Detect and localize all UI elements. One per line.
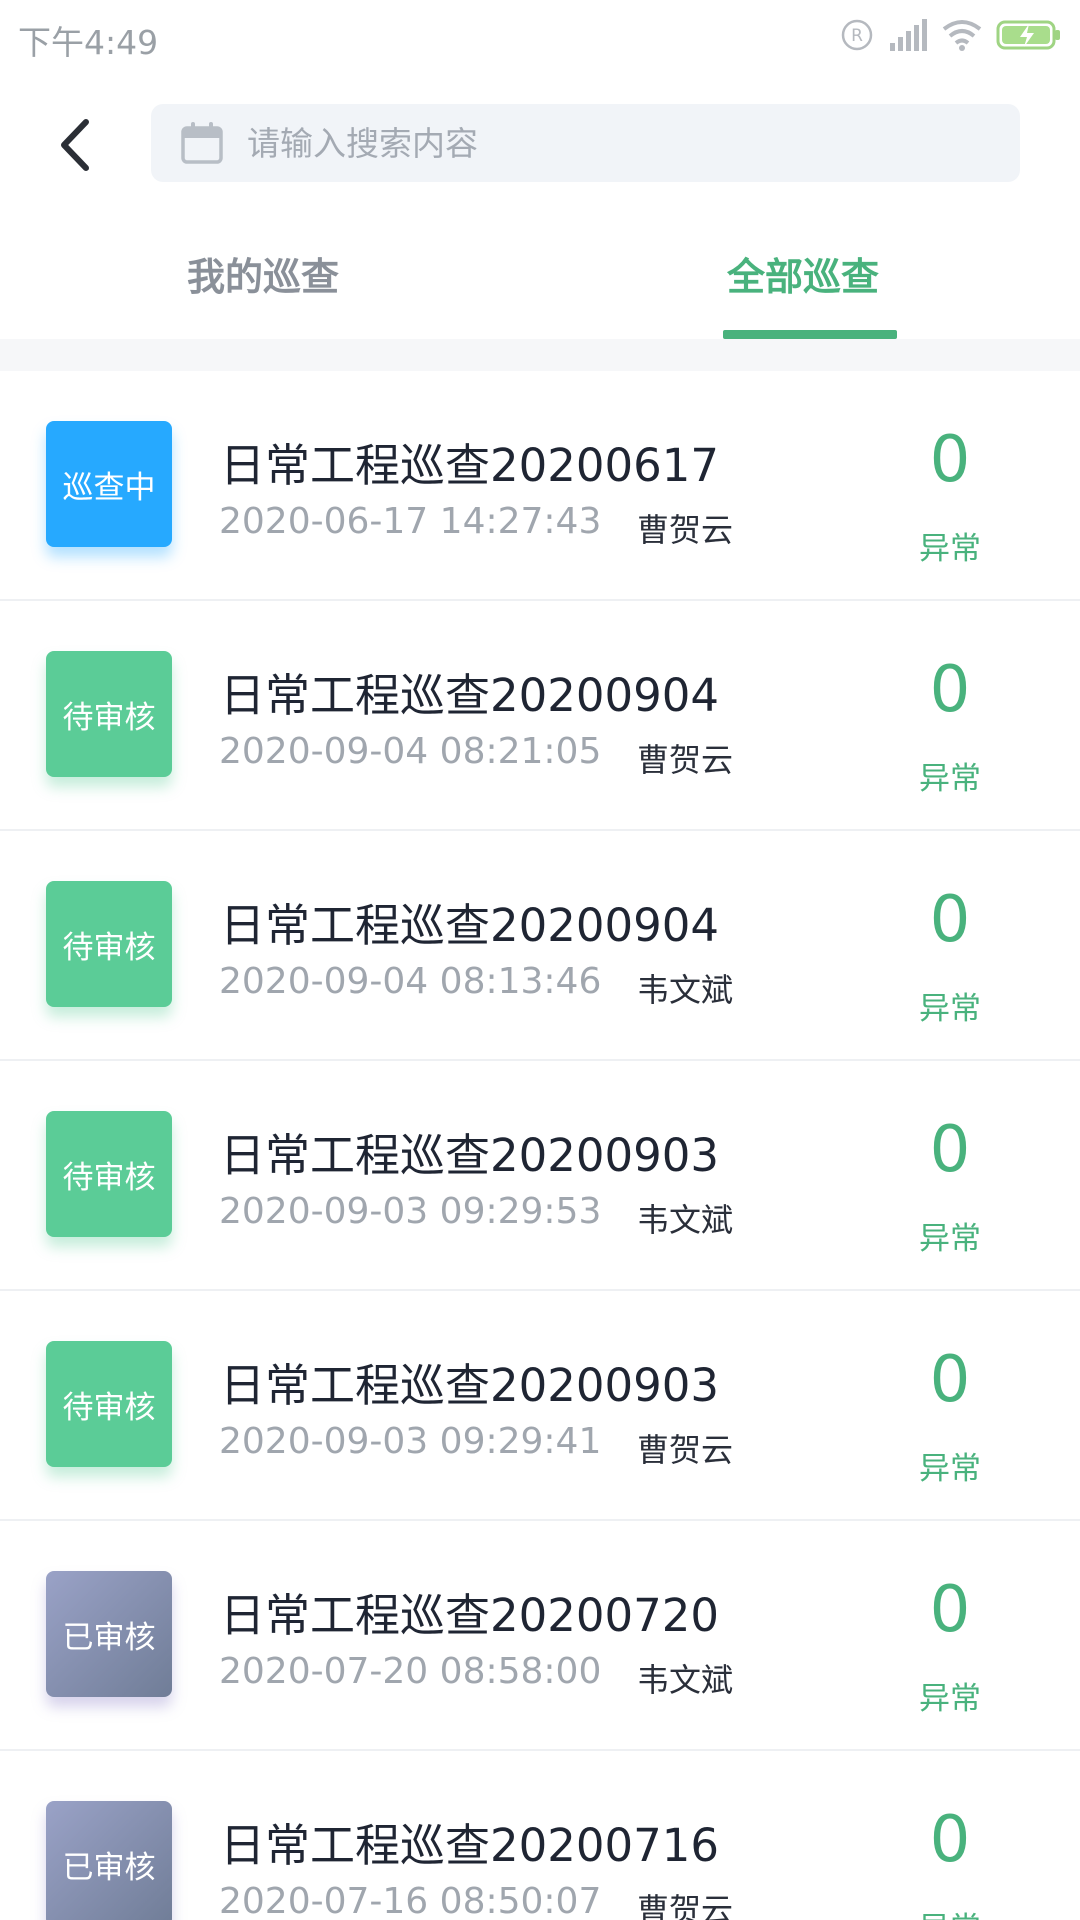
inspection-datetime: 2020-09-04 08:13:46 [219, 961, 602, 1002]
inspection-title: 日常工程巡查20200617 [220, 439, 720, 492]
tab-bar: 我的巡查 全部巡查 [0, 228, 1080, 338]
inspection-datetime: 2020-06-17 14:27:43 [219, 501, 602, 542]
status-badge: 待审核 [46, 1341, 172, 1467]
inspector-name: 曹贺云 [637, 511, 734, 549]
chevron-left-icon [61, 119, 89, 171]
svg-text:R: R [851, 26, 863, 46]
anomaly-label: 异常 [919, 531, 981, 567]
active-tab-indicator [723, 330, 897, 339]
list-item[interactable]: 待审核 日常工程巡查20200903 2020-09-03 09:29:53 韦… [0, 1061, 1080, 1291]
status-badge: 巡查中 [46, 421, 172, 547]
list-item[interactable]: 已审核 日常工程巡查20200720 2020-07-20 08:58:00 韦… [0, 1521, 1080, 1751]
inspector-name: 曹贺云 [637, 1431, 734, 1469]
tab-all-inspections[interactable]: 全部巡查 [727, 246, 879, 338]
inspector-name: 曹贺云 [637, 1891, 734, 1920]
registered-icon: R [840, 18, 874, 56]
anomaly-count: 0 [929, 883, 971, 957]
inspector-name: 韦文斌 [637, 1201, 734, 1239]
status-badge: 待审核 [46, 881, 172, 1007]
anomaly-count: 0 [929, 1803, 971, 1877]
anomaly-label: 异常 [919, 991, 981, 1027]
anomaly-label: 异常 [919, 1221, 981, 1257]
list-item[interactable]: 待审核 日常工程巡查20200904 2020-09-04 08:13:46 韦… [0, 831, 1080, 1061]
status-bar: 下午4:49 R [0, 0, 1080, 74]
anomaly-label: 异常 [919, 761, 981, 797]
inspection-datetime: 2020-09-03 09:29:41 [219, 1421, 602, 1462]
inspection-title: 日常工程巡查20200903 [220, 1359, 720, 1412]
inspection-datetime: 2020-07-16 08:50:07 [219, 1881, 602, 1920]
anomaly-count: 0 [929, 653, 971, 727]
list-separator [0, 339, 1080, 371]
status-badge: 待审核 [46, 1111, 172, 1237]
anomaly-label: 异常 [919, 1681, 981, 1717]
inspection-title: 日常工程巡查20200904 [220, 669, 720, 722]
status-time: 下午4:49 [18, 23, 159, 62]
inspector-name: 韦文斌 [637, 971, 734, 1009]
inspection-datetime: 2020-07-20 08:58:00 [219, 1651, 602, 1692]
inspection-title: 日常工程巡查20200904 [220, 899, 720, 952]
anomaly-count: 0 [929, 1573, 971, 1647]
list-item[interactable]: 待审核 日常工程巡查20200903 2020-09-03 09:29:41 曹… [0, 1291, 1080, 1521]
signal-icon [888, 19, 928, 55]
anomaly-label: 异常 [919, 1451, 981, 1487]
anomaly-count: 0 [929, 1343, 971, 1417]
inspector-name: 韦文斌 [637, 1661, 734, 1699]
status-badge: 已审核 [46, 1571, 172, 1697]
status-icons: R [840, 18, 1062, 56]
battery-charging-icon [996, 19, 1062, 55]
inspection-datetime: 2020-09-04 08:21:05 [219, 731, 602, 772]
inspection-title: 日常工程巡查20200716 [220, 1819, 720, 1872]
inspection-list: 巡查中 日常工程巡查20200617 2020-06-17 14:27:43 曹… [0, 371, 1080, 1920]
inspection-title: 日常工程巡查20200903 [220, 1129, 720, 1182]
list-item[interactable]: 已审核 日常工程巡查20200716 2020-07-16 08:50:07 曹… [0, 1751, 1080, 1920]
status-badge: 已审核 [46, 1801, 172, 1920]
inspection-title: 日常工程巡查20200720 [220, 1589, 720, 1642]
search-input[interactable] [247, 123, 987, 163]
search-box[interactable] [151, 104, 1020, 182]
back-button[interactable] [46, 110, 106, 180]
tab-my-inspections[interactable]: 我的巡查 [187, 246, 339, 338]
list-item[interactable]: 巡查中 日常工程巡查20200617 2020-06-17 14:27:43 曹… [0, 371, 1080, 601]
wifi-icon [942, 19, 982, 55]
anomaly-label: 异常 [880, 1903, 1020, 1920]
inspection-datetime: 2020-09-03 09:29:53 [219, 1191, 602, 1232]
anomaly-count: 0 [929, 423, 971, 497]
list-item[interactable]: 待审核 日常工程巡查20200904 2020-09-04 08:21:05 曹… [0, 601, 1080, 831]
inspector-name: 曹贺云 [637, 741, 734, 779]
anomaly-count: 0 [929, 1113, 971, 1187]
status-badge: 待审核 [46, 651, 172, 777]
calendar-icon [181, 122, 223, 164]
